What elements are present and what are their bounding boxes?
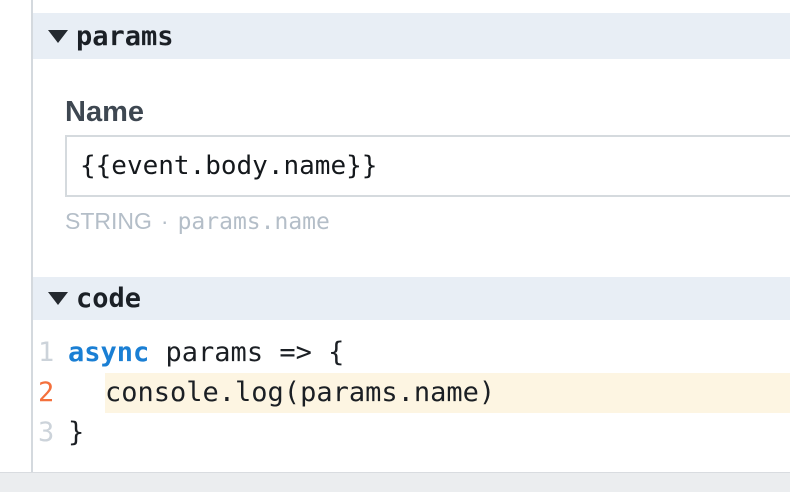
section-label-code: code <box>76 283 141 314</box>
field-label-name: Name <box>65 96 144 129</box>
name-input[interactable] <box>65 135 790 197</box>
code-token: params => { <box>149 337 344 368</box>
code-text: async params => { <box>68 333 344 373</box>
collapse-triangle-icon <box>48 292 68 305</box>
code-line-active: 2 console.log(params.name) <box>33 373 790 413</box>
field-meta: STRING · params.name <box>65 208 330 235</box>
code-text: console.log(params.name) <box>105 373 790 413</box>
panel-footer <box>0 472 790 492</box>
field-meta-separator: · <box>161 208 169 235</box>
code-editor[interactable]: 1 async params => { 2 console.log(params… <box>33 320 790 472</box>
code-line: 1 async params => { <box>33 333 790 373</box>
section-header-params[interactable]: params <box>33 13 790 59</box>
code-text: } <box>68 413 84 453</box>
code-line: 3 } <box>33 413 790 453</box>
collapse-triangle-icon <box>48 30 68 43</box>
section-header-code[interactable]: code <box>33 277 790 320</box>
field-type-badge: STRING <box>65 208 152 235</box>
keyword-token: async <box>68 337 149 368</box>
line-number: 1 <box>33 333 68 373</box>
field-path: params.name <box>178 209 330 235</box>
section-label-params: params <box>76 21 174 52</box>
line-number-active: 2 <box>33 373 68 413</box>
line-number: 3 <box>33 413 68 453</box>
